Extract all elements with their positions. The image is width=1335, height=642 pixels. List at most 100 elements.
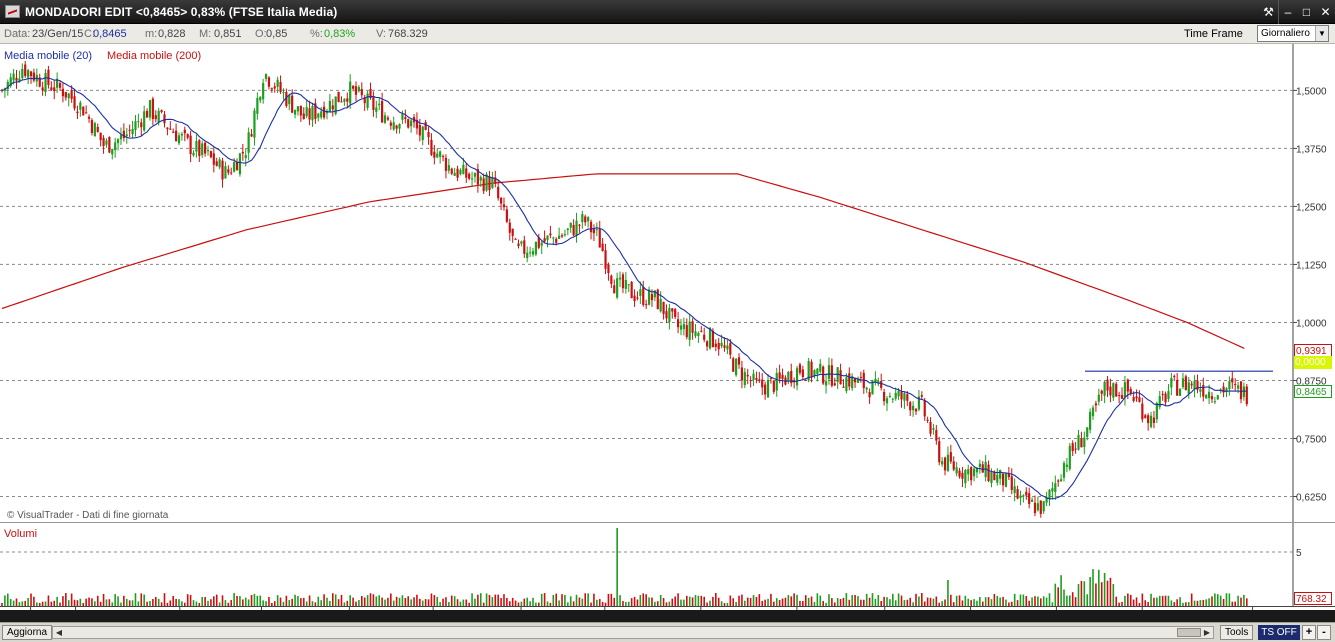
volume-bar	[227, 602, 230, 606]
last-volume-tag: 768.32	[1294, 592, 1332, 605]
minimize-icon[interactable]: –	[1278, 0, 1297, 24]
window-controls: ⚒ – □ ✕	[1259, 0, 1335, 24]
scroll-thumb[interactable]	[1177, 628, 1201, 637]
volume-bar	[590, 602, 592, 606]
candle-body	[993, 472, 996, 481]
candle-body	[1231, 378, 1234, 383]
close-icon[interactable]: ✕	[1316, 0, 1335, 24]
candle-body	[44, 72, 47, 93]
volume-bar	[1156, 597, 1158, 606]
candle-body	[787, 371, 790, 382]
candle-body	[534, 241, 538, 255]
candle-body	[1025, 491, 1028, 496]
volume-bar	[59, 602, 61, 606]
candle-body	[914, 408, 918, 412]
candle-body	[1019, 495, 1022, 498]
volume-bar	[944, 599, 946, 606]
volume-bar	[117, 596, 119, 606]
candle-body	[253, 110, 256, 138]
scroll-right-icon[interactable]: ▶	[1201, 627, 1213, 638]
candle-body	[381, 101, 384, 123]
volume-bar	[152, 598, 154, 606]
candle-body	[131, 129, 134, 135]
horizontal-scrollbar[interactable]: ◀ ▶	[52, 626, 1214, 639]
volume-bar	[842, 597, 845, 606]
candle-body	[479, 176, 482, 181]
volume-bar	[549, 602, 552, 606]
tools-button[interactable]: Tools	[1220, 625, 1254, 640]
candle-body	[12, 73, 15, 81]
candle-body	[192, 152, 195, 156]
candle-body	[154, 115, 157, 120]
volume-bar	[732, 598, 735, 606]
volume-bar	[697, 595, 700, 606]
candle-body	[497, 186, 500, 199]
volume-bar	[372, 594, 375, 606]
volume-bar	[41, 601, 44, 606]
volume-bar	[894, 600, 897, 606]
volume-bar	[845, 593, 848, 606]
zoom-in-button[interactable]: +	[1302, 625, 1316, 640]
volume-bar	[529, 601, 531, 606]
timeframe-select[interactable]: Giornaliero ▼	[1257, 25, 1329, 42]
volume-bar	[392, 600, 395, 606]
candle-body	[1080, 438, 1083, 448]
volume-bar	[1112, 584, 1115, 606]
candle-body	[67, 93, 70, 99]
volume-bar	[1124, 595, 1126, 606]
scroll-left-icon[interactable]: ◀	[53, 627, 65, 638]
volume-bar	[56, 596, 58, 606]
candle-body	[682, 323, 685, 330]
volume-bar	[154, 596, 157, 606]
volume-bar	[503, 594, 505, 606]
candle-body	[694, 331, 697, 337]
volume-bar	[82, 602, 85, 606]
chart-area[interactable]: 1,5000 1,3750 1,2500 1,1250 1,0000 0,8750 0,75…	[0, 44, 1335, 610]
candle-body	[82, 106, 85, 116]
candle-body	[1028, 493, 1031, 504]
candle-body	[1091, 407, 1095, 417]
candle-body	[839, 370, 842, 385]
volume-bar	[1071, 592, 1074, 606]
candle-body	[659, 299, 662, 312]
candle-body	[195, 140, 198, 152]
volume-bar	[288, 599, 291, 606]
chevron-down-icon[interactable]: ▼	[1315, 26, 1328, 41]
volume-bar	[584, 593, 587, 606]
volume-bar	[787, 595, 790, 606]
volume-bar	[218, 602, 221, 606]
volume-bar	[906, 599, 909, 606]
ts-off-button[interactable]: TS OFF	[1258, 625, 1300, 640]
date-value: 23/Gen/15	[32, 28, 84, 40]
volume-bar	[1095, 583, 1097, 606]
volume-bar	[546, 601, 549, 606]
volume-bar	[1077, 584, 1080, 606]
candle-body	[1059, 479, 1063, 482]
volume-bar	[781, 598, 784, 606]
candle-body	[1173, 376, 1176, 378]
candle-body	[1036, 503, 1039, 511]
volume-bar	[1190, 593, 1193, 606]
volume-bar	[453, 596, 456, 606]
volume-bar	[616, 528, 618, 606]
zoom-out-button[interactable]: -	[1317, 625, 1331, 640]
refresh-button[interactable]: Aggiorna	[2, 625, 53, 640]
candle-body	[166, 127, 169, 130]
candle-body	[938, 441, 941, 463]
volume-bar	[1214, 593, 1216, 606]
candle-body	[1120, 395, 1124, 399]
tools-icon[interactable]: ⚒	[1259, 0, 1278, 24]
candle-body	[1158, 396, 1161, 408]
volume-bar	[172, 595, 174, 606]
restore-icon[interactable]: □	[1297, 0, 1316, 24]
price-chart[interactable]: 1,50001,37501,25001,12501,00000,87500,75…	[0, 44, 1335, 610]
candle-body	[293, 109, 297, 115]
candle-body	[459, 170, 462, 175]
candle-body	[700, 330, 703, 332]
candle-body	[894, 392, 897, 399]
candle-body	[424, 122, 427, 130]
volume-bar	[70, 593, 73, 606]
candle-body	[1178, 388, 1182, 396]
volume-bar	[1147, 601, 1149, 606]
volume-bar	[125, 599, 128, 606]
